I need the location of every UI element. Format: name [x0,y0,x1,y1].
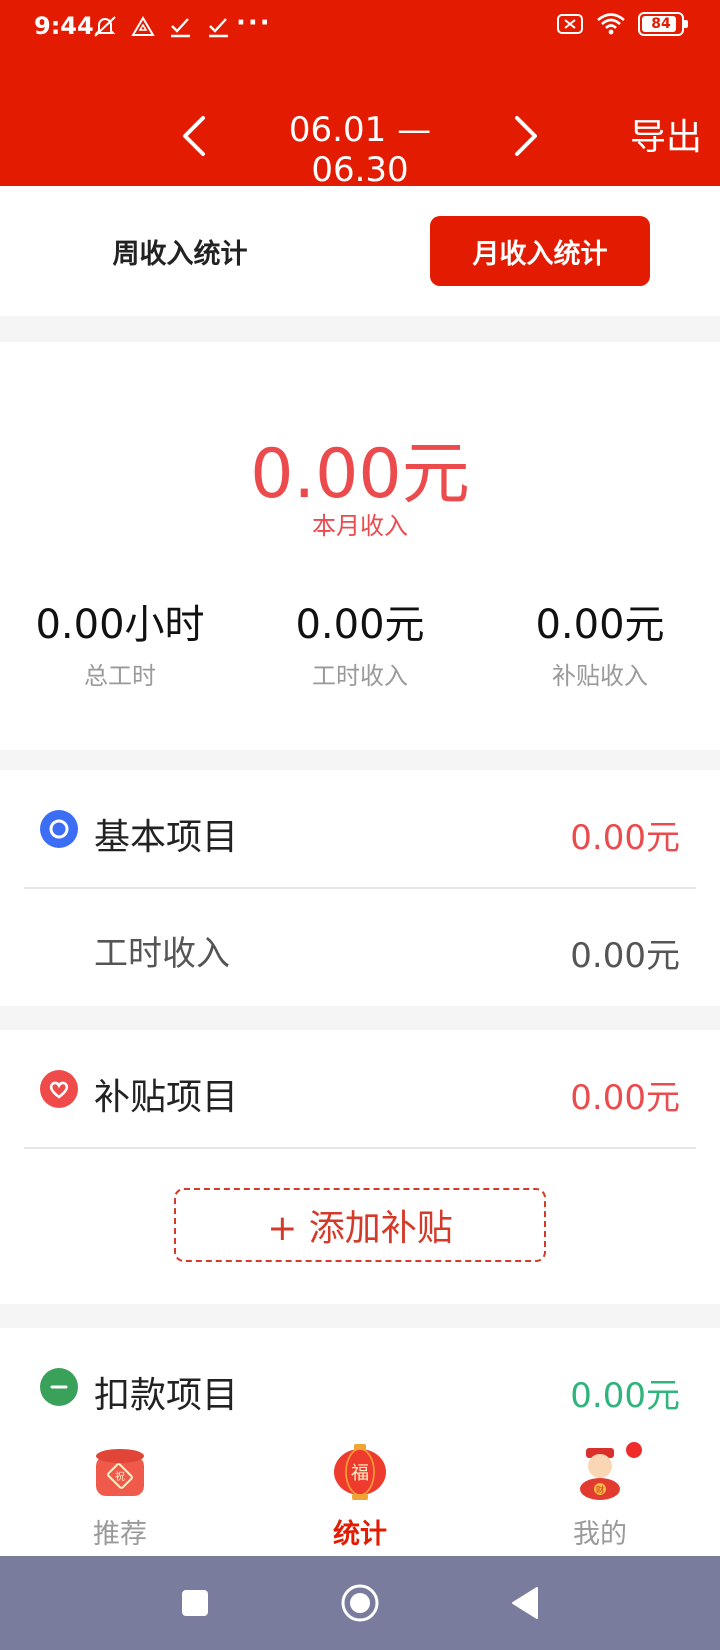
svg-text:财: 财 [596,1485,604,1495]
check-icon [168,14,194,44]
fu-lantern-icon: 福 [334,1444,386,1500]
more-notifications-icon: ··· [236,8,272,38]
subsidy-items-amount: 0.00元 [570,1078,680,1118]
sim-off-icon [556,12,584,36]
subsidy-items-section: 补贴项目 0.00元 + 添加补贴 [0,1030,720,1304]
status-icons-left [92,14,232,44]
export-button[interactable]: 导出 [630,108,702,160]
stat-subsidy-income: 0.00元 补贴收入 [480,592,720,691]
nav-item-statistics[interactable]: 福 统计 [240,1438,480,1556]
app-screen: 9:44 ··· 84 06.01 — 06.30 导出 周收入统计 月收入统计… [0,0,720,1650]
ring-icon [40,810,78,848]
bottom-navigation: 祝 推荐 福 统计 财 我的 [0,1438,720,1556]
date-range: 06.01 — 06.30 [288,110,432,190]
nav-item-mine[interactable]: 财 我的 [480,1438,720,1556]
hourly-income-amount: 0.00元 [570,936,680,976]
previous-month-button[interactable] [170,108,218,164]
income-summary-card: 0.00元 本月收入 0.00小时 总工时 0.00元 工时收入 0.00元 补… [0,342,720,750]
status-time: 9:44 [34,12,94,40]
hourly-income-label: 工时收入 [94,934,230,974]
divider [24,1147,696,1149]
wifi-icon [596,12,626,36]
next-month-button[interactable] [502,108,550,164]
heart-icon [40,1070,78,1108]
tab-monthly-income[interactable]: 月收入统计 [430,216,650,286]
stat-total-hours: 0.00小时 总工时 [0,592,240,691]
header: 9:44 ··· 84 06.01 — 06.30 导出 [0,0,720,190]
square-icon [182,1590,208,1616]
back-button[interactable] [498,1576,552,1630]
month-income-label: 本月收入 [312,512,408,540]
home-button[interactable] [333,1576,387,1630]
basic-items-title: 基本项目 [94,817,239,858]
basic-items-section: 基本项目 0.00元 工时收入 0.00元 [0,770,720,1006]
minus-icon [40,1368,78,1406]
chevron-left-icon [183,116,205,156]
stat-label: 总工时 [84,662,156,690]
deduction-items-title: 扣款项目 [94,1375,239,1416]
fortune-god-icon: 财 [580,1448,620,1500]
circle-icon [341,1584,379,1622]
basic-items-amount: 0.00元 [570,818,680,858]
nav-label: 我的 [573,1519,627,1550]
system-navigation-bar [0,1556,720,1650]
svg-text:祝: 祝 [115,1470,125,1483]
nav-item-recommend[interactable]: 祝 推荐 [0,1438,240,1556]
battery-icon: 84 [638,12,688,36]
status-bar: 9:44 ··· 84 [0,0,720,54]
deduction-items-amount: 0.00元 [570,1376,680,1416]
date-navigator: 06.01 — 06.30 导出 [0,106,720,190]
stat-value: 0.00小时 [35,602,205,648]
subsidy-items-title: 补贴项目 [94,1077,239,1118]
stat-label: 补贴收入 [552,662,648,690]
chevron-right-icon [515,116,537,156]
list-item[interactable]: 工时收入 0.00元 [0,888,720,1006]
recent-apps-button[interactable] [168,1576,222,1630]
tab-weekly-income[interactable]: 周收入统计 [70,216,290,286]
warning-triangle-icon [130,14,156,44]
mute-icon [92,14,118,44]
nav-label: 推荐 [93,1519,147,1550]
battery-level: 84 [651,16,671,32]
check-icon [206,14,232,44]
status-icons-right: 84 [556,12,688,36]
month-income-value: 0.00元 [250,435,470,514]
svg-text:福: 福 [351,1463,369,1484]
stat-value: 0.00元 [535,602,665,648]
nav-label: 统计 [333,1519,387,1550]
deduction-items-section: 扣款项目 0.00元 [0,1328,720,1438]
subsidy-items-header: 补贴项目 0.00元 [0,1030,720,1148]
add-subsidy-button[interactable]: + 添加补贴 [174,1188,546,1262]
stat-label: 工时收入 [312,662,408,690]
red-packet-icon: 祝 [96,1449,144,1496]
stat-value: 0.00元 [295,602,425,648]
deduction-items-header: 扣款项目 0.00元 [0,1328,720,1446]
stats-tabs: 周收入统计 月收入统计 [0,186,720,316]
triangle-left-icon [512,1587,538,1619]
stat-hourly-income: 0.00元 工时收入 [240,592,480,691]
basic-items-header: 基本项目 0.00元 [0,770,720,888]
notification-badge [624,1440,644,1460]
